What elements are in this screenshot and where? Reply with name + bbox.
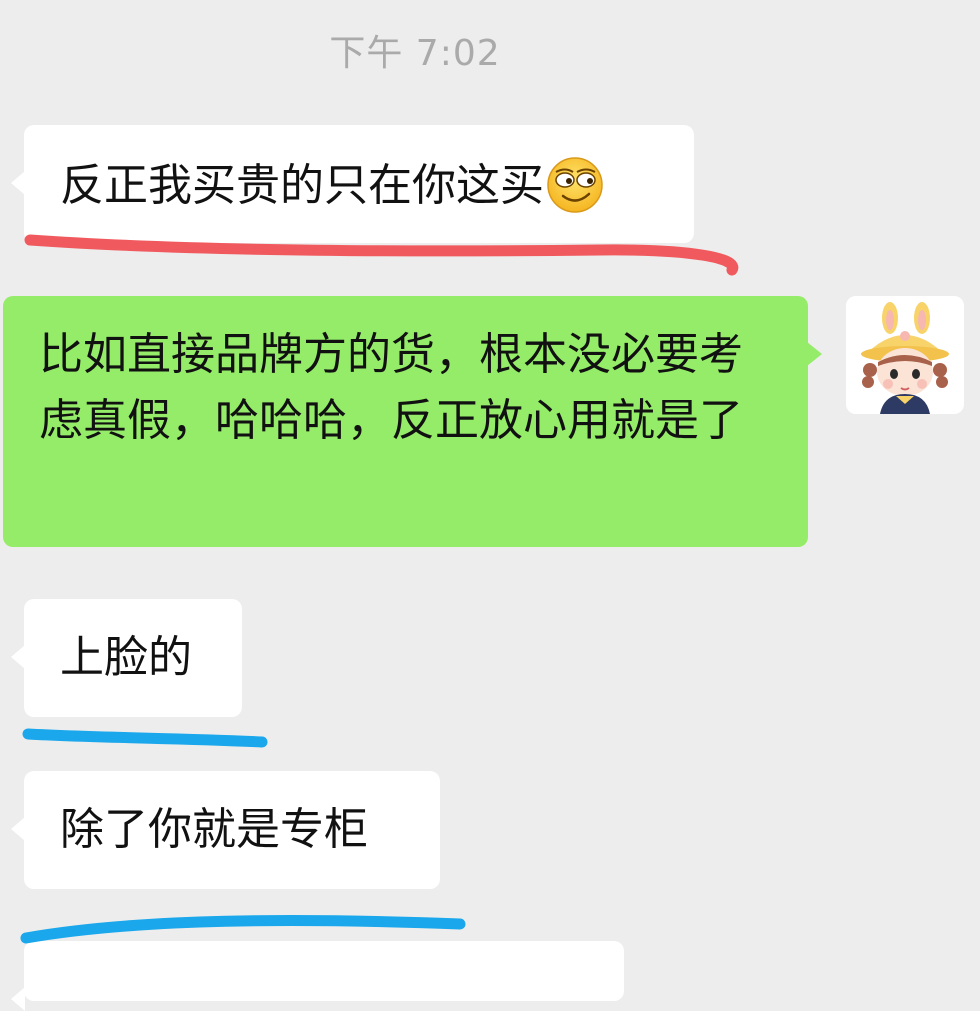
message-bubble-incoming-partial[interactable] [11, 941, 624, 1011]
avatar[interactable] [846, 296, 964, 414]
message-bubble-incoming[interactable]: 反正我买贵的只在你这买 [11, 125, 694, 243]
message-bubble-incoming[interactable]: 除了你就是专柜 [11, 771, 440, 889]
message-text: 比如直接品牌方的货，根本没必要考虑真假，哈哈哈，反正放心用就是了 [39, 329, 743, 446]
blue-underline-stroke [20, 915, 466, 944]
message-bubble-outgoing[interactable]: 比如直接品牌方的货，根本没必要考虑真假，哈哈哈，反正放心用就是了 [3, 296, 822, 547]
red-underline-stroke [24, 234, 739, 276]
message-timestamp: 下午 7:02 [329, 33, 501, 74]
message-bubble-incoming[interactable]: 上脸的 [11, 599, 242, 717]
smirk-face-icon [546, 156, 604, 233]
girl-avatar-icon [846, 296, 964, 414]
message-text: 除了你就是专柜 [60, 804, 368, 855]
message-text: 上脸的 [60, 632, 192, 683]
blue-underline-stroke [22, 728, 268, 748]
message-text: 反正我买贵的只在你这买 [60, 160, 544, 211]
